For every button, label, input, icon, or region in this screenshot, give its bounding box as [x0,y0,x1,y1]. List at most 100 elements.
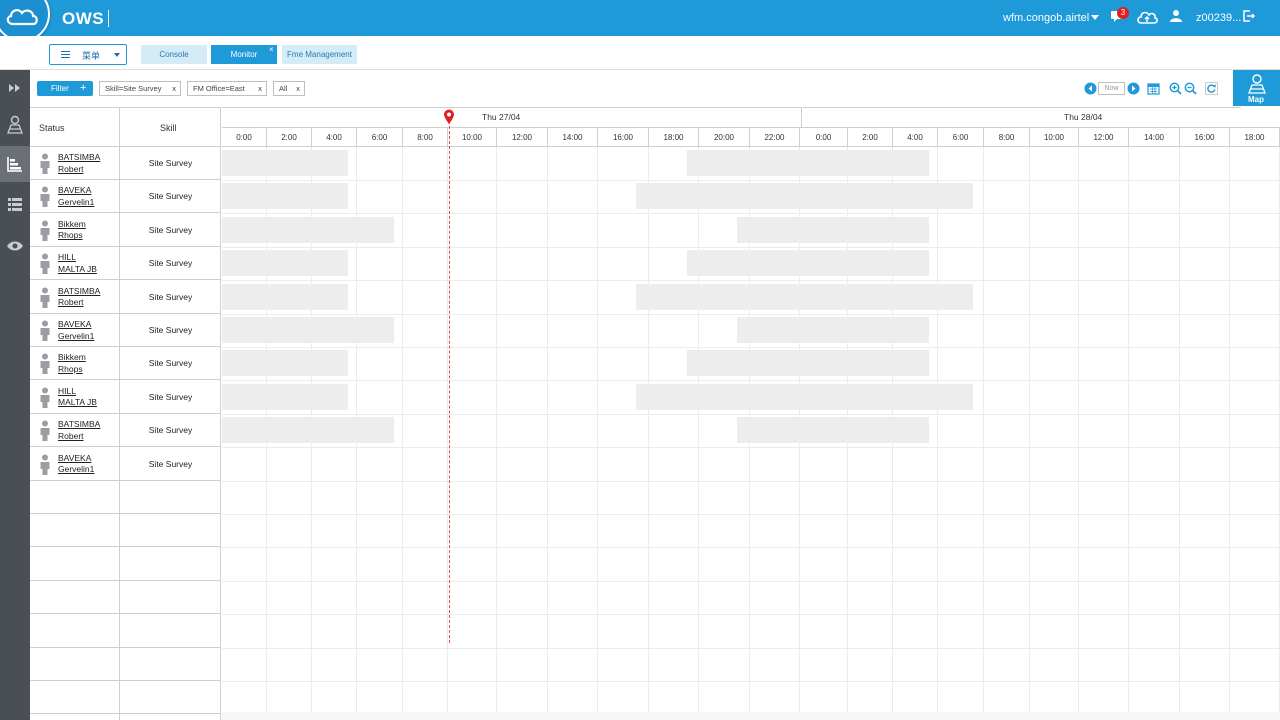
filter-button[interactable]: Filter + [37,81,93,96]
schedule-bar[interactable] [737,417,929,444]
schedule-bar[interactable] [686,150,929,176]
resource-name-link[interactable]: Bikkem Rhops [58,219,86,242]
close-tab-icon[interactable]: × [269,45,274,55]
resource-name-link[interactable]: BAVEKA Gervelin1 [58,319,94,342]
resource-last-name: Robert [58,297,84,308]
day-header: Thu 27/04 [222,107,802,127]
resource-name-link[interactable]: HILL MALTA JB [58,252,97,275]
tenant-selector[interactable]: wfm.congob.airtel [1003,12,1089,24]
zoom-out-icon[interactable] [1184,82,1197,95]
list-icon[interactable] [0,186,30,222]
grid-line [1179,147,1180,712]
remove-chip-icon[interactable]: x [296,82,300,95]
schedule-bar[interactable] [222,317,394,343]
hamburger-icon [61,51,70,58]
gantt-icon[interactable] [0,146,30,182]
skill-cell: Site Survey [148,224,193,235]
schedule-bar[interactable] [737,317,929,343]
left-nav [0,70,30,720]
tab-monitor[interactable]: Monitor [211,45,277,64]
schedule-bar[interactable] [222,216,394,243]
menu-button[interactable]: 菜单 [49,44,127,65]
schedule-bar[interactable] [222,350,348,377]
filter-chip-office[interactable]: FM Office=East x [187,81,267,96]
resource-first-name: BAVEKA [58,185,92,196]
cloud-upload-icon[interactable] [1136,9,1158,30]
calendar-icon[interactable] [1147,82,1160,95]
logout-icon[interactable] [1242,9,1256,28]
schedule-bar[interactable] [222,283,348,310]
now-button[interactable]: Now [1098,82,1125,95]
table-row [30,615,221,648]
schedule-bar[interactable] [222,250,348,277]
person-icon [39,320,51,347]
skill-cell: Site Survey [148,358,193,369]
schedule-bar[interactable] [222,150,348,176]
remove-chip-icon[interactable]: x [258,82,262,95]
resource-last-name: MALTA JB [58,397,97,408]
remove-chip-icon[interactable]: x [172,82,176,95]
status-column-header[interactable]: Status [39,123,65,133]
zoom-in-icon[interactable] [1169,82,1182,95]
resource-first-name: Bikkem [58,218,86,229]
schedule-bar[interactable] [737,216,929,243]
hour-label: 8:00 [984,128,1030,147]
grid-line [222,480,1280,482]
add-filter-icon[interactable]: + [80,81,86,96]
filter-chip-skill[interactable]: Skill=Site Survey x [99,81,181,96]
skill-column-header[interactable]: Skill [160,123,177,133]
schedule-bar[interactable] [686,350,929,377]
map-button[interactable]: Map [1233,70,1280,106]
resource-name-link[interactable]: BATSIMBA Robert [58,419,100,442]
resource-last-name: Gervelin1 [58,464,95,475]
map-person-icon[interactable] [0,106,30,142]
schedule-bar[interactable] [686,250,929,277]
grid-line [222,280,1280,282]
person-icon [39,454,51,481]
eye-icon[interactable] [0,228,30,264]
hour-label: 10:00 [448,128,497,147]
menu-label: 菜单 [82,51,101,61]
resource-name-link[interactable]: BATSIMBA Robert [58,152,100,175]
user-icon[interactable] [1169,9,1183,28]
schedule-bar[interactable] [636,383,973,410]
grid-line [1128,147,1129,712]
refresh-icon[interactable] [1205,82,1218,95]
resource-name-link[interactable]: BATSIMBA Robert [58,286,100,309]
schedule-bar[interactable] [222,183,348,210]
person-icon [39,387,51,414]
person-icon [39,287,51,314]
grid-line [222,413,1280,415]
resource-last-name: MALTA JB [58,263,97,274]
schedule-bar[interactable] [636,183,973,210]
app-header: OWS wfm.congob.airtel 3 z00239... [0,0,1280,42]
schedule-bar[interactable] [222,417,394,444]
expand-icon[interactable] [0,70,30,106]
grid-line [222,580,1280,582]
chevron-down-icon [114,53,120,57]
schedule-bar[interactable] [636,283,973,310]
chevron-down-icon[interactable] [1091,15,1099,20]
map-label: Map [1248,95,1264,104]
resource-first-name: Bikkem [58,352,86,363]
filter-chip-label: FM Office=East [193,84,245,93]
resource-name-link[interactable]: BAVEKA Gervelin1 [58,185,94,208]
next-icon[interactable] [1127,82,1140,95]
table-row: HILL MALTA JB Site Survey [30,381,221,414]
resource-name-link[interactable]: HILL MALTA JB [58,386,97,409]
tab-console[interactable]: Console [141,45,207,64]
tab-fme-management[interactable]: Fme Management [282,45,357,64]
schedule-bar[interactable] [222,383,348,410]
previous-icon[interactable] [1084,82,1097,95]
table-row: BATSIMBA Robert Site Survey [30,147,221,180]
username[interactable]: z00239... [1196,12,1241,24]
grid-line [222,447,1280,449]
header-divider [108,10,109,27]
horizontal-scrollbar[interactable] [222,712,1280,720]
person-icon [39,220,51,247]
resource-name-link[interactable]: Bikkem Rhops [58,352,86,375]
hour-label: 18:00 [1230,128,1280,147]
filter-chip-all[interactable]: All x [273,81,305,96]
resource-name-link[interactable]: BAVEKA Gervelin1 [58,453,94,476]
grid-line [222,179,1280,181]
